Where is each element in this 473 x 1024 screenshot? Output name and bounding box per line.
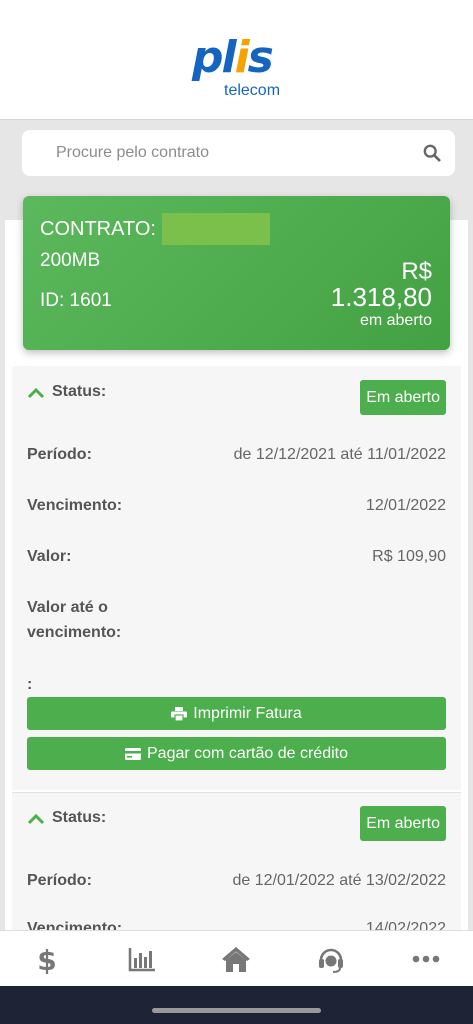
status-badge: Em aberto xyxy=(360,380,446,415)
due-date-value: 12/01/2022 xyxy=(365,497,446,514)
printer-icon xyxy=(171,706,188,721)
period-value: de 12/01/2022 até 13/02/2022 xyxy=(232,872,446,889)
bottom-nav: $ xyxy=(0,930,473,986)
chevron-up-icon[interactable] xyxy=(27,387,45,399)
search-placeholder: Procure pelo contrato xyxy=(56,144,209,161)
period-label: Período: xyxy=(27,872,92,889)
more-icon xyxy=(412,955,439,962)
due-date-label: Vencimento: xyxy=(27,497,123,514)
invoice-card: Status: Em aberto Período: de 12/01/2022… xyxy=(12,792,461,937)
nav-finance[interactable]: $ xyxy=(0,931,95,986)
status-label: Status: xyxy=(52,809,107,826)
contract-status-text: em aberto xyxy=(359,312,432,329)
contract-plan: 200MB xyxy=(40,250,101,271)
headset-icon xyxy=(319,948,344,973)
value-label: Valor: xyxy=(27,548,72,565)
contract-id: ID: 1601 xyxy=(40,290,112,311)
svg-text:$: $ xyxy=(38,944,57,974)
contract-label: CONTRATO: xyxy=(40,218,156,240)
print-invoice-button[interactable]: Imprimir Fatura xyxy=(27,697,446,730)
plis-telecom-logo: plis telecom xyxy=(192,32,281,99)
search-icon[interactable] xyxy=(423,144,441,162)
value-amount: R$ 109,90 xyxy=(372,548,446,565)
status-badge: Em aberto xyxy=(360,806,446,841)
extra-label: : xyxy=(27,676,33,693)
invoice-card: Status: Em aberto Período: de 12/12/2021… xyxy=(12,366,461,790)
contract-number-redacted xyxy=(162,213,270,245)
value-until-due-label-line2: vencimento: xyxy=(27,624,122,641)
chevron-up-icon[interactable] xyxy=(27,813,45,825)
pay-credit-card-button[interactable]: Pagar com cartão de crédito xyxy=(27,737,446,770)
period-label: Período: xyxy=(27,446,92,463)
home-icon xyxy=(222,946,251,972)
status-label: Status: xyxy=(52,383,107,400)
credit-card-icon xyxy=(125,747,141,760)
print-invoice-label: Imprimir Fatura xyxy=(193,704,302,722)
nav-support[interactable] xyxy=(284,931,379,986)
app-header: plis telecom xyxy=(0,0,473,120)
contract-search-input[interactable]: Procure pelo contrato xyxy=(22,130,455,176)
nav-consumption[interactable] xyxy=(95,931,190,986)
chart-icon xyxy=(128,947,155,971)
contract-card[interactable]: CONTRATO: 200MB ID: 1601 R$ 1.318,80 em … xyxy=(23,196,450,350)
contract-amount: 1.318,80 xyxy=(330,282,432,312)
nav-more[interactable] xyxy=(378,931,473,986)
value-until-due-label: Valor até o xyxy=(27,599,108,616)
nav-home[interactable] xyxy=(189,931,284,986)
pay-credit-card-label: Pagar com cartão de crédito xyxy=(147,744,348,762)
dollar-icon: $ xyxy=(38,944,57,974)
system-home-area xyxy=(0,986,473,1024)
home-indicator[interactable] xyxy=(152,1008,321,1013)
period-value: de 12/12/2021 até 11/01/2022 xyxy=(233,446,446,463)
